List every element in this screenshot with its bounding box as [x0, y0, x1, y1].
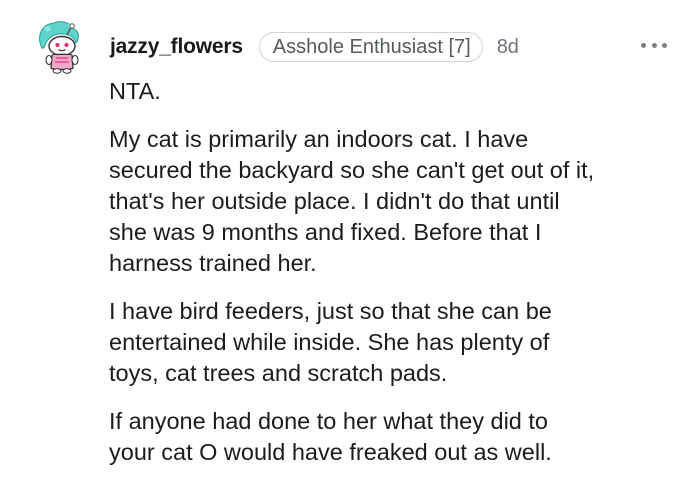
comment-paragraph: NTA.	[109, 78, 161, 104]
more-options-icon	[641, 42, 646, 48]
user-avatar[interactable]	[30, 18, 88, 76]
snoo-avatar-icon	[39, 21, 79, 74]
comment-paragraph: I have bird feeders, just so that she ca…	[109, 298, 552, 386]
comment-paragraph: If anyone had done to her what they did …	[109, 408, 552, 465]
user-flair: Asshole Enthusiast [7]	[258, 32, 483, 62]
more-options-icon-dot	[651, 42, 657, 48]
more-options-icon-dot	[662, 42, 667, 48]
comment-age: 8d	[496, 35, 519, 58]
comment-header: jazzy_flowers Asshole Enthusiast [7] 8d	[110, 32, 519, 62]
comment-body: NTA. My cat is primarily an indoors cat.…	[109, 76, 699, 468]
username-link[interactable]: jazzy_flowers	[110, 35, 243, 59]
comment-paragraph: My cat is primarily an indoors cat. I ha…	[109, 126, 595, 276]
comment: jazzy_flowers Asshole Enthusiast [7] 8d …	[0, 0, 700, 500]
more-options-button[interactable]	[641, 40, 667, 50]
